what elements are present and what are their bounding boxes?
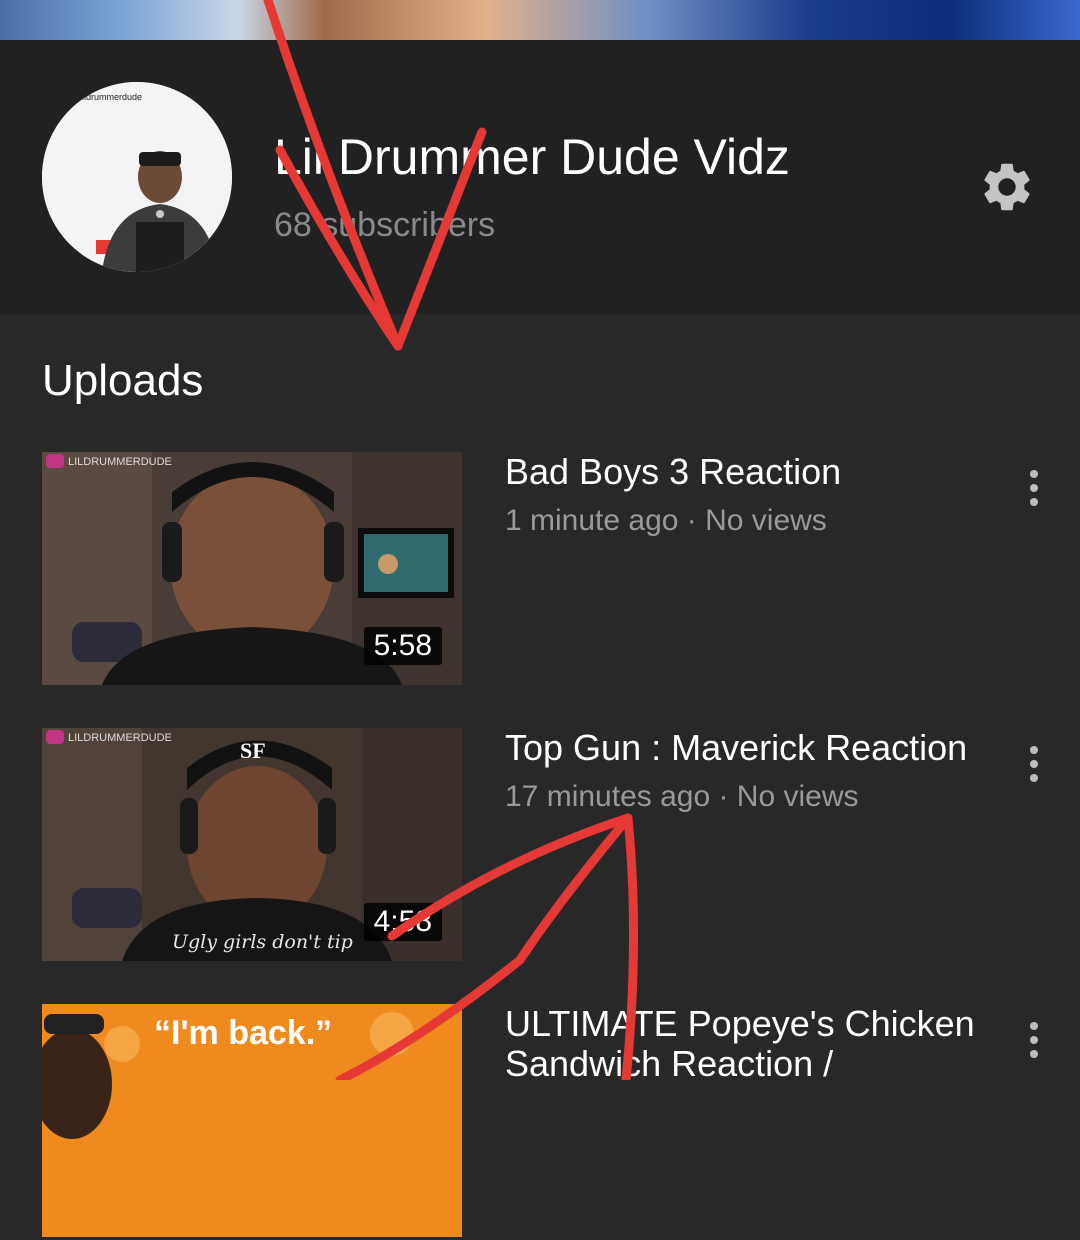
video-item[interactable]: SF Ugly girls don't tip LILDRUMMERDUDE 4… xyxy=(0,728,1080,964)
svg-text:SF: SF xyxy=(240,738,266,763)
channel-avatar[interactable]: lildrummerdude xyxy=(42,82,232,272)
video-title[interactable]: Top Gun : Maverick Reaction xyxy=(505,728,995,768)
kebab-menu-icon[interactable] xyxy=(1022,470,1046,510)
video-thumbnail[interactable]: SF Ugly girls don't tip LILDRUMMERDUDE 4… xyxy=(42,728,462,961)
video-duration: 4:58 xyxy=(363,903,442,941)
thumbnail-quote: “I'm back.” xyxy=(154,1014,332,1052)
thumbnail-handle: LILDRUMMERDUDE xyxy=(68,456,172,468)
video-title[interactable]: ULTIMATE Popeye's Chicken Sandwich React… xyxy=(505,1004,995,1084)
uploads-heading: Uploads xyxy=(42,356,204,405)
channel-banner xyxy=(0,0,1080,40)
video-thumbnail[interactable]: “I'm back.” xyxy=(42,1004,462,1237)
video-duration: 5:58 xyxy=(363,627,442,665)
kebab-menu-icon[interactable] xyxy=(1022,746,1046,786)
subscriber-count: 68 subscribers xyxy=(274,206,496,244)
video-item[interactable]: “I'm back.” ULTIMATE Popeye's Chicken Sa… xyxy=(0,1004,1080,1240)
video-thumbnail[interactable]: LILDRUMMERDUDE 5:58 xyxy=(42,452,462,685)
avatar-image: lildrummerdude xyxy=(42,82,232,272)
thumbnail-handle: LILDRUMMERDUDE xyxy=(68,732,172,744)
shirt-text: Ugly girls don't tip xyxy=(172,931,353,953)
video-meta: 17 minutes ago · No views xyxy=(505,780,859,813)
avatar-tag: lildrummerdude xyxy=(80,92,142,102)
video-meta: 1 minute ago · No views xyxy=(505,504,827,537)
video-title[interactable]: Bad Boys 3 Reaction xyxy=(505,452,995,492)
channel-name: Lil Drummer Dude Vidz xyxy=(274,129,790,185)
gear-icon[interactable] xyxy=(978,158,1036,216)
video-item[interactable]: LILDRUMMERDUDE 5:58 Bad Boys 3 Reaction … xyxy=(0,452,1080,688)
kebab-menu-icon[interactable] xyxy=(1022,1022,1046,1062)
thumbnail-image: “I'm back.” xyxy=(42,1004,462,1237)
channel-header: lildrummerdude Lil Drummer Dude Vidz 68 … xyxy=(0,40,1080,314)
